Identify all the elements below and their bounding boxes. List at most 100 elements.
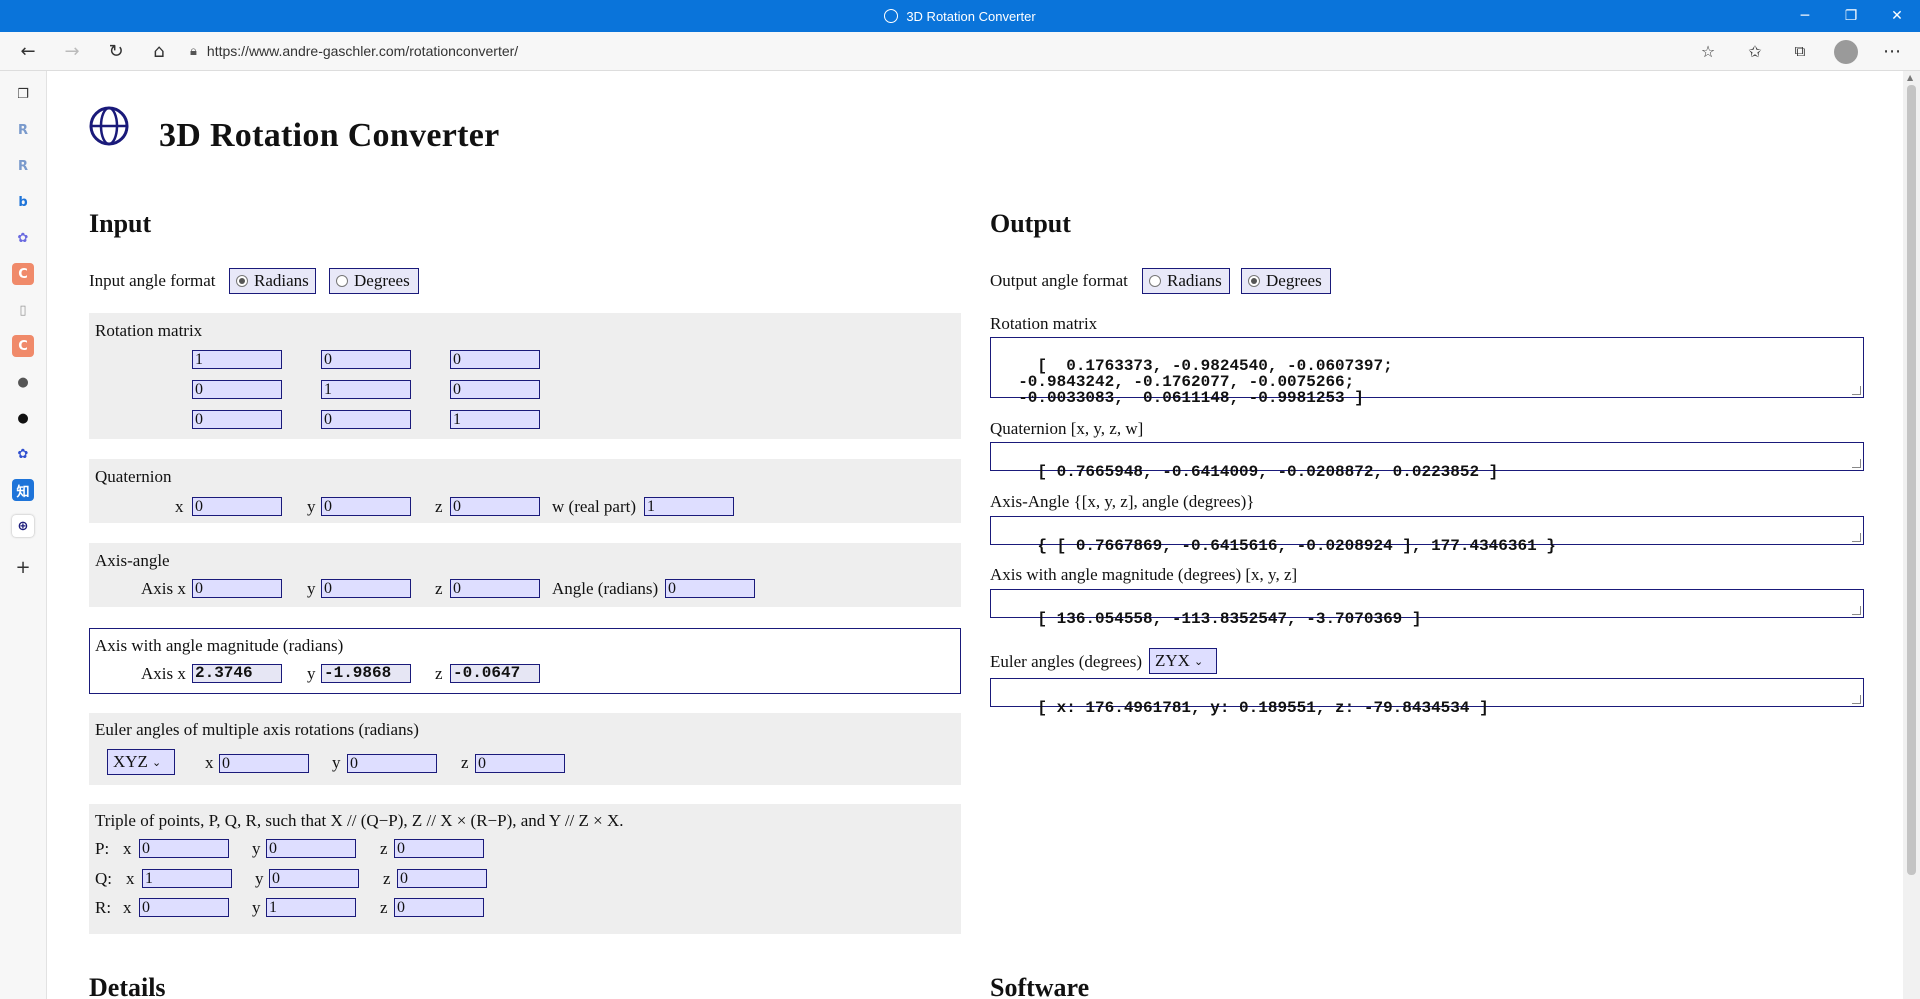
browser-sidebar: ❐ R R b ✿ C ▯ C ● ● ✿ 知 ⊕ +	[0, 71, 47, 999]
scroll-up-icon[interactable]: ▲	[1907, 73, 1913, 82]
z-label: z	[461, 753, 469, 772]
restore-button[interactable]: ❐	[1828, 0, 1874, 32]
output-degrees-option[interactable]: Degrees	[1241, 268, 1331, 294]
matrix-cell-input[interactable]: 1	[192, 350, 282, 369]
matrix-cell-input[interactable]: 0	[321, 410, 411, 429]
sidebar-app-icon[interactable]: C	[12, 263, 34, 285]
output-quaternion-label: Quaternion [x, y, z, w]	[990, 419, 1144, 438]
sidebar-app-icon[interactable]: R	[12, 119, 34, 141]
add-favorite-icon[interactable]: ☆	[1692, 35, 1724, 67]
point-q-y-input[interactable]: 0	[269, 869, 359, 888]
add-icon[interactable]: +	[12, 556, 34, 578]
bing-icon[interactable]: b	[12, 191, 34, 213]
euler-y-input[interactable]: 0	[347, 754, 437, 773]
tab-actions-icon[interactable]: ❐	[12, 83, 34, 105]
quaternion-x-input[interactable]: 0	[192, 497, 282, 516]
sidebar-app-icon[interactable]: ✿	[12, 443, 34, 465]
output-rotation-matrix-field[interactable]: [ 0.1763373, -0.9824540, -0.0607397; -0.…	[990, 337, 1864, 406]
matrix-cell-input[interactable]: 0	[321, 350, 411, 369]
axis-magnitude-x-input[interactable]: 2.3746	[192, 664, 282, 683]
close-button[interactable]: ✕	[1874, 0, 1920, 32]
axis-angle-y-input[interactable]: 0	[321, 579, 411, 598]
axis-magnitude-z-input[interactable]: -0.0647	[450, 664, 540, 683]
z-label: z	[380, 839, 388, 858]
output-axis-angle-field[interactable]: { [ 0.7667869, -0.6415616, -0.0208924 ],…	[990, 516, 1864, 554]
quaternion-y-input[interactable]: 0	[321, 497, 411, 516]
axis-angle-z-input[interactable]: 0	[450, 579, 540, 598]
back-icon[interactable]: ←	[12, 35, 44, 67]
axis-angle-x-input[interactable]: 0	[192, 579, 282, 598]
resize-grip-icon[interactable]	[1852, 695, 1861, 704]
minimize-button[interactable]: ─	[1782, 0, 1828, 32]
radio-unchecked-icon[interactable]	[336, 275, 348, 287]
resize-grip-icon[interactable]	[1852, 459, 1861, 468]
resize-grip-icon[interactable]	[1852, 533, 1861, 542]
favorites-icon[interactable]: ✩	[1739, 35, 1771, 67]
radio-unchecked-icon[interactable]	[1149, 275, 1161, 287]
point-q-label: Q:	[95, 869, 112, 888]
sidebar-app-icon[interactable]: ✿	[12, 227, 34, 249]
point-q-x-input[interactable]: 1	[142, 869, 232, 888]
euler-label: Euler angles of multiple axis rotations …	[95, 720, 419, 739]
w-label: w (real part)	[552, 497, 637, 516]
refresh-icon[interactable]: ↻	[100, 35, 132, 67]
output-euler-field[interactable]: [ x: 176.4961781, y: 0.189551, z: -79.84…	[990, 678, 1864, 716]
point-r-x-input[interactable]: 0	[139, 898, 229, 917]
forward-icon[interactable]: →	[56, 35, 88, 67]
page-content: 3D Rotation Converter Input Input angle …	[47, 71, 1903, 999]
resize-grip-icon[interactable]	[1852, 606, 1861, 615]
axis-magnitude-y-input[interactable]: -1.9868	[321, 664, 411, 683]
axis-angle-angle-input[interactable]: 0	[665, 579, 755, 598]
output-quaternion-field[interactable]: [ 0.7665948, -0.6414009, -0.0208872, 0.0…	[990, 442, 1864, 480]
quaternion-z-input[interactable]: 0	[450, 497, 540, 516]
home-icon[interactable]: ⌂	[143, 35, 175, 67]
y-label: y	[252, 839, 261, 858]
rotation-matrix-label: Rotation matrix	[95, 321, 203, 340]
resize-grip-icon[interactable]	[1852, 386, 1861, 395]
matrix-cell-input[interactable]: 1	[321, 380, 411, 399]
document-icon[interactable]: ▯	[12, 299, 34, 321]
github-icon[interactable]: ●	[12, 407, 34, 429]
x-label: x	[123, 839, 132, 858]
matrix-cell-input[interactable]: 1	[450, 410, 540, 429]
address-bar[interactable]: 🔒︎ https://www.andre-gaschler.com/rotati…	[190, 36, 1690, 66]
axis-x-label: Axis x	[141, 664, 186, 683]
sidebar-app-icon[interactable]: R	[12, 155, 34, 177]
matrix-cell-input[interactable]: 0	[192, 380, 282, 399]
point-r-z-input[interactable]: 0	[394, 898, 484, 917]
input-degrees-option[interactable]: Degrees	[329, 268, 419, 294]
euler-order-select[interactable]: XYZ ⌄	[107, 749, 175, 775]
angle-label: Angle (radians)	[552, 579, 659, 598]
sidebar-app-icon[interactable]: C	[12, 335, 34, 357]
point-p-y-input[interactable]: 0	[266, 839, 356, 858]
output-axis-magnitude-field[interactable]: [ 136.054558, -113.8352547, -3.7070369 ]	[990, 589, 1864, 627]
page-scrollbar[interactable]: ▲	[1903, 71, 1920, 999]
sidebar-app-icon[interactable]: 知	[12, 479, 34, 501]
euler-z-input[interactable]: 0	[475, 754, 565, 773]
profile-avatar[interactable]	[1834, 40, 1858, 64]
more-menu-icon[interactable]: ⋯	[1876, 35, 1908, 67]
quaternion-w-input[interactable]: 1	[644, 497, 734, 516]
output-euler-order-select[interactable]: ZYX ⌄	[1149, 648, 1217, 674]
matrix-cell-input[interactable]: 0	[450, 380, 540, 399]
github-icon[interactable]: ●	[12, 371, 34, 393]
globe-icon[interactable]: ⊕	[12, 515, 34, 537]
scrollbar-thumb[interactable]	[1907, 85, 1916, 875]
euler-x-input[interactable]: 0	[219, 754, 309, 773]
radio-checked-icon[interactable]	[236, 275, 248, 287]
input-radians-option[interactable]: Radians	[229, 268, 316, 294]
radio-checked-icon[interactable]	[1248, 275, 1260, 287]
output-rotation-matrix-label: Rotation matrix	[990, 314, 1098, 333]
y-label: y	[252, 898, 261, 917]
input-quaternion-panel: Quaternion x 0 y 0 z 0 w (real part) 1	[89, 459, 961, 523]
point-p-x-input[interactable]: 0	[139, 839, 229, 858]
point-q-z-input[interactable]: 0	[397, 869, 487, 888]
matrix-cell-input[interactable]: 0	[450, 350, 540, 369]
matrix-cell-input[interactable]: 0	[192, 410, 282, 429]
point-r-y-input[interactable]: 1	[266, 898, 356, 917]
point-p-z-input[interactable]: 0	[394, 839, 484, 858]
collections-icon[interactable]: ⧉	[1784, 35, 1816, 67]
point-r-label: R:	[95, 898, 112, 917]
triple-points-label: Triple of points, P, Q, R, such that X /…	[95, 811, 624, 830]
output-radians-option[interactable]: Radians	[1142, 268, 1230, 294]
